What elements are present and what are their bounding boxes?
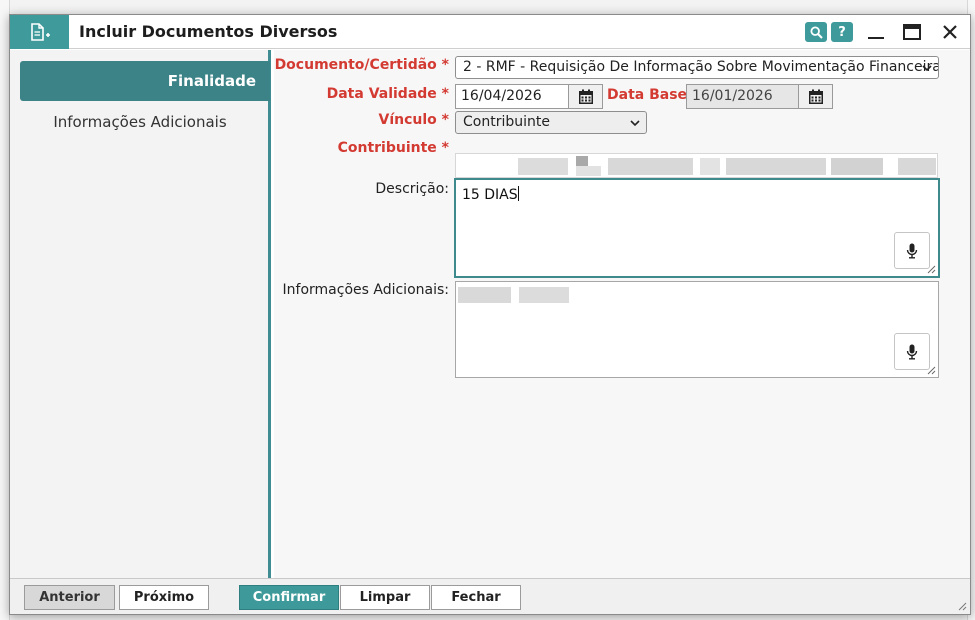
contribuinte-field[interactable] [455, 153, 938, 178]
finalidade-form: Documento/Certidão * 2 - RMF - Requisiçã… [274, 50, 970, 580]
descricao-label: Descrição: [375, 181, 449, 197]
data-base-input[interactable]: 16/01/2026 [686, 84, 799, 109]
data-validade-value: 16/04/2026 [461, 88, 542, 104]
dialog-footer: Anterior Próximo Confirmar Limpar Fechar [10, 578, 970, 614]
calendar-base-button[interactable] [798, 84, 833, 109]
info-adicionais-redacted [456, 282, 571, 306]
info-adicionais-microphone-button[interactable] [894, 333, 930, 370]
dialog-title: Incluir Documentos Diversos [79, 22, 338, 41]
proximo-button[interactable]: Próximo [119, 585, 209, 610]
descricao-value: 15 DIAS [462, 187, 518, 203]
help-button[interactable]: ? [831, 22, 853, 42]
resize-grip-icon[interactable] [927, 265, 936, 274]
documento-label: Documento/Certidão * [274, 57, 449, 73]
chevron-down-icon [922, 65, 932, 72]
sidebar-item-label: Informações Adicionais [53, 113, 227, 131]
documento-select-value: 2 - RMF - Requisição De Informação Sobre… [463, 59, 939, 75]
data-validade-label: Data Validade * [326, 86, 449, 102]
close-button[interactable] [937, 21, 963, 43]
search-icon[interactable] [805, 22, 827, 42]
limpar-button[interactable]: Limpar [340, 585, 430, 610]
dialog-sidebar: Finalidade Informações Adicionais [10, 50, 271, 580]
vinculo-select-value: Contribuinte [463, 114, 550, 130]
documento-select[interactable]: 2 - RMF - Requisição De Informação Sobre… [455, 56, 939, 79]
fechar-button[interactable]: Fechar [431, 585, 521, 610]
anterior-button[interactable]: Anterior [24, 585, 115, 610]
confirmar-button[interactable]: Confirmar [239, 585, 339, 610]
maximize-button[interactable] [899, 21, 925, 43]
data-base-value: 16/01/2026 [692, 88, 773, 104]
vinculo-select[interactable]: Contribuinte [455, 111, 647, 134]
resize-grip-icon[interactable] [927, 366, 936, 375]
help-icon: ? [838, 24, 846, 40]
contribuinte-label: Contribuinte * [337, 140, 449, 156]
incluir-documentos-dialog: Incluir Documentos Diversos ? Finalidade… [9, 14, 971, 615]
dialog-resize-grip-icon[interactable] [958, 602, 967, 611]
calendar-icon [578, 89, 593, 104]
add-document-icon [10, 15, 69, 49]
sidebar-item-informacoes-adicionais[interactable]: Informações Adicionais [20, 113, 260, 135]
vinculo-label: Vínculo * [378, 112, 449, 128]
sidebar-item-label: Finalidade [167, 72, 256, 90]
info-adicionais-textarea[interactable] [455, 281, 939, 378]
microphone-icon [906, 344, 918, 360]
dialog-titlebar: Incluir Documentos Diversos ? [10, 15, 970, 49]
info-adicionais-label: Informações Adicionais: [282, 282, 449, 298]
sidebar-item-finalidade[interactable]: Finalidade [20, 61, 270, 101]
minimize-button[interactable] [863, 21, 889, 43]
calendar-icon [808, 89, 823, 104]
descricao-textarea[interactable]: 15 DIAS [454, 178, 940, 278]
calendar-validade-button[interactable] [568, 84, 603, 109]
data-validade-input[interactable]: 16/04/2026 [455, 84, 569, 109]
microphone-icon [906, 243, 918, 259]
descricao-microphone-button[interactable] [894, 232, 930, 269]
chevron-down-icon [630, 120, 640, 127]
